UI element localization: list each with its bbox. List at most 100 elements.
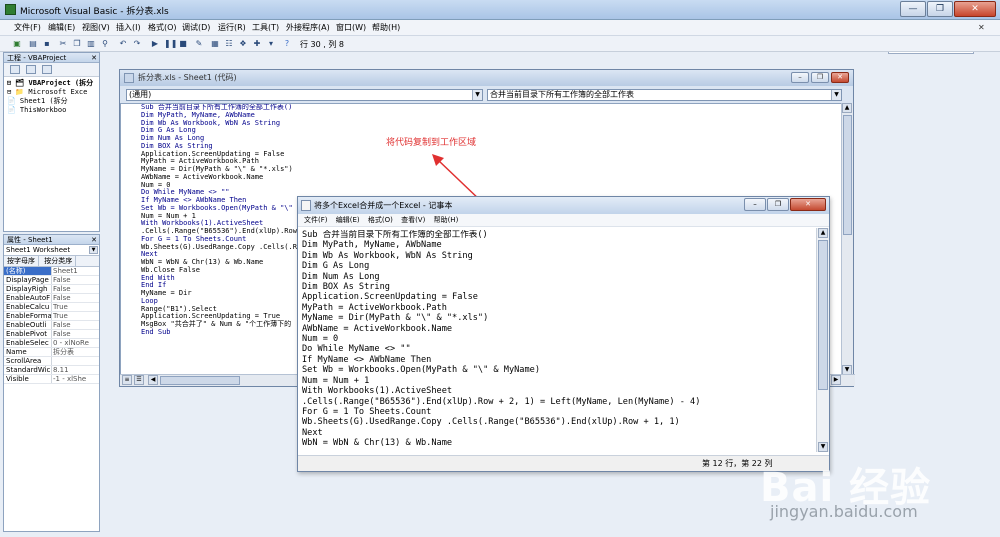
property-row[interactable]: StandardWic 8.11 (4, 366, 99, 375)
procedure-combo[interactable]: 合并当前目录下所有工作簿的全部工作表 ▼ (487, 89, 842, 101)
design-mode-icon[interactable]: ✎ (194, 39, 204, 49)
insert-module-icon[interactable]: ▤ (28, 39, 38, 49)
property-value[interactable]: -1 - xlShe (52, 375, 94, 383)
menu-insert[interactable]: 插入(I) (116, 22, 141, 33)
property-value[interactable]: False (52, 321, 94, 329)
menu-view[interactable]: 视图(V) (82, 22, 110, 33)
notepad-vertical-scrollbar[interactable]: ▲ ▼ (816, 228, 829, 452)
property-row[interactable]: EnableSelec 0 - xlNoRe (4, 339, 99, 348)
property-row[interactable]: DisplayPage False (4, 276, 99, 285)
scroll-thumb[interactable] (843, 115, 852, 235)
mdi-close-icon[interactable]: ✕ (978, 23, 985, 32)
maximize-button[interactable]: ❐ (927, 1, 953, 17)
scroll-left-icon[interactable]: ◀ (148, 375, 158, 385)
procedure-view-icon[interactable]: ≡ (122, 375, 132, 385)
menu-format[interactable]: 格式(O) (148, 22, 177, 33)
toolbox-icon[interactable]: ✚ (252, 39, 262, 49)
menu-addins[interactable]: 外接程序(A) (286, 22, 330, 33)
property-row[interactable]: (名称) Sheet1 (4, 267, 99, 276)
property-value[interactable]: False (52, 294, 94, 302)
save-icon[interactable]: ▪ (42, 39, 52, 49)
property-row[interactable]: EnableAutoF False (4, 294, 99, 303)
cut-icon[interactable]: ✂ (58, 39, 68, 49)
scroll-up-icon[interactable]: ▲ (842, 103, 852, 113)
notepad-menu-file[interactable]: 文件(F) (304, 214, 328, 227)
property-row[interactable]: DisplayRigh False (4, 285, 99, 294)
reset-icon[interactable]: ■ (178, 39, 188, 49)
menu-debug[interactable]: 调试(D) (182, 22, 210, 33)
code-minimize-button[interactable]: – (791, 72, 809, 83)
code-close-button[interactable]: ✕ (831, 72, 849, 83)
chevron-down-icon[interactable]: ▼ (472, 90, 482, 100)
scroll-thumb[interactable] (160, 376, 240, 385)
property-row[interactable]: ScrollArea (4, 357, 99, 366)
toggle-folders-icon[interactable] (42, 65, 52, 74)
undo-icon[interactable]: ↶ (118, 39, 128, 49)
close-button[interactable]: ✕ (954, 1, 996, 17)
redo-icon[interactable]: ↷ (132, 39, 142, 49)
property-value[interactable]: 8.11 (52, 366, 94, 374)
view-object-icon[interactable] (26, 65, 36, 74)
find-icon[interactable]: ⚲ (100, 39, 110, 49)
property-row[interactable]: EnablePivot False (4, 330, 99, 339)
property-value[interactable]: False (52, 276, 94, 284)
property-value[interactable]: False (52, 285, 94, 293)
tree-item-sheet1[interactable]: 📄 Sheet1 (拆分 (7, 97, 99, 106)
view-code-icon[interactable] (10, 65, 20, 74)
scroll-up-icon[interactable]: ▲ (818, 228, 828, 238)
help-icon[interactable]: ? (282, 39, 292, 49)
property-row[interactable]: EnableOutli False (4, 321, 99, 330)
menu-run[interactable]: 运行(R) (218, 22, 246, 33)
property-row[interactable]: Visible -1 - xlShe (4, 375, 99, 384)
project-explorer-icon[interactable]: ▦ (210, 39, 220, 49)
menu-edit[interactable]: 编辑(E) (48, 22, 75, 33)
notepad-menu-format[interactable]: 格式(O) (368, 214, 393, 227)
scroll-right-icon[interactable]: ▶ (831, 375, 841, 385)
chevron-down-icon[interactable]: ▼ (89, 246, 98, 254)
toolbar-options-icon[interactable]: ▾ (266, 39, 276, 49)
tab-alphabetic[interactable]: 按字母序 (4, 256, 39, 266)
notepad-close-button[interactable]: ✕ (790, 198, 826, 211)
break-icon[interactable]: ❚❚ (164, 39, 177, 49)
tree-item-vbaproject[interactable]: ⊟ 🗂 VBAProject (拆分 (7, 79, 99, 88)
menu-tools[interactable]: 工具(T) (252, 22, 279, 33)
object-browser-icon[interactable]: ❖ (238, 39, 248, 49)
notepad-text-area[interactable]: Sub 合并当前目录下所有工作簿的全部工作表() Dim MyPath, MyNa… (302, 230, 814, 451)
close-icon[interactable]: ✕ (91, 235, 97, 245)
object-combo[interactable]: (通用) ▼ (126, 89, 483, 101)
notepad-menu-help[interactable]: 帮助(H) (434, 214, 459, 227)
property-value[interactable]: True (52, 312, 94, 320)
property-value[interactable]: False (52, 330, 94, 338)
property-row[interactable]: EnableForma True (4, 312, 99, 321)
property-value[interactable]: 0 - xlNoRe (52, 339, 94, 347)
tree-item-excel-objects[interactable]: ⊟ 📁 Microsoft Exce (7, 88, 99, 97)
code-vertical-scrollbar[interactable]: ▲ ▼ (841, 103, 853, 375)
properties-icon[interactable]: ☷ (224, 39, 234, 49)
property-value[interactable]: 拆分表 (52, 348, 94, 356)
close-icon[interactable]: ✕ (91, 53, 97, 63)
object-select[interactable]: Sheet1 Worksheet ▼ (4, 245, 99, 256)
property-value[interactable] (52, 357, 94, 365)
paste-icon[interactable]: ▥ (86, 39, 96, 49)
run-icon[interactable]: ▶ (150, 39, 160, 49)
excel-view-icon[interactable]: ▣ (12, 39, 22, 49)
copy-icon[interactable]: ❐ (72, 39, 82, 49)
tab-categorized[interactable]: 按分类序 (41, 256, 77, 266)
menu-help[interactable]: 帮助(H) (372, 22, 400, 33)
property-value[interactable]: Sheet1 (52, 267, 94, 275)
notepad-maximize-button[interactable]: ❐ (767, 198, 789, 211)
code-maximize-button[interactable]: ❐ (811, 72, 829, 83)
chevron-down-icon[interactable]: ▼ (831, 90, 841, 100)
property-row[interactable]: EnableCalcu True (4, 303, 99, 312)
scroll-down-icon[interactable]: ▼ (818, 442, 828, 452)
minimize-button[interactable]: — (900, 1, 926, 17)
menu-file[interactable]: 文件(F) (14, 22, 41, 33)
scroll-thumb[interactable] (818, 240, 828, 390)
property-row[interactable]: Name 拆分表 (4, 348, 99, 357)
property-value[interactable]: True (52, 303, 94, 311)
full-module-view-icon[interactable]: ☰ (134, 375, 144, 385)
notepad-menu-edit[interactable]: 编辑(E) (336, 214, 360, 227)
notepad-minimize-button[interactable]: – (744, 198, 766, 211)
tree-item-thisworkbook[interactable]: 📄 ThisWorkboo (7, 106, 99, 115)
notepad-menu-view[interactable]: 查看(V) (401, 214, 425, 227)
